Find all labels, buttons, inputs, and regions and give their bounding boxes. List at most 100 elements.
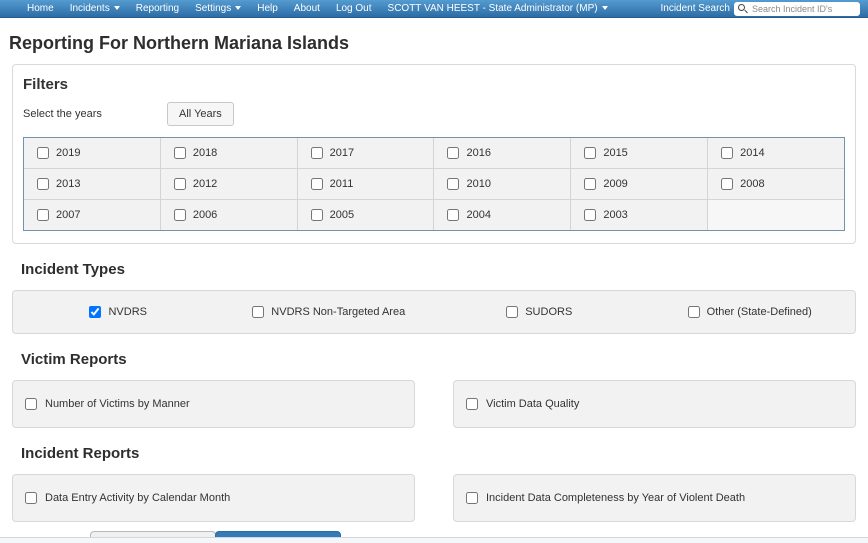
year-checkbox-2013[interactable] bbox=[37, 178, 49, 190]
filters-row: Select the years All Years bbox=[23, 102, 845, 126]
year-checkbox-2019[interactable] bbox=[37, 147, 49, 159]
year-label: 2012 bbox=[192, 178, 218, 190]
victim-report-label: Number of Victims by Manner bbox=[45, 398, 190, 410]
year-label: 2011 bbox=[329, 178, 354, 190]
top-navbar: Home Incidents Reporting Settings Help About L… bbox=[0, 0, 868, 18]
incident-report-label: Data Entry Activity by Calendar Month bbox=[45, 492, 231, 504]
year-option-2017[interactable]: 2017 bbox=[297, 138, 434, 168]
year-option-2010[interactable]: 2010 bbox=[434, 169, 571, 199]
year-label: 2006 bbox=[192, 209, 218, 221]
year-label: 2003 bbox=[603, 209, 628, 221]
victim-report-label: Victim Data Quality bbox=[486, 398, 580, 410]
year-option-2012[interactable]: 2012 bbox=[160, 169, 297, 199]
year-option-2016[interactable]: 2016 bbox=[434, 138, 571, 168]
main-content: Filters Select the years All Years 2019 2… bbox=[0, 64, 868, 543]
incident-type-sudors[interactable]: SUDORS bbox=[434, 291, 645, 333]
year-checkbox-2017[interactable] bbox=[310, 147, 323, 159]
incident-report-checkbox-data-entry-activity-by-calendar-month[interactable] bbox=[25, 492, 37, 504]
nav-item-reporting[interactable]: Reporting bbox=[128, 0, 187, 18]
page-title: Reporting For Northern Mariana Islands bbox=[9, 33, 350, 53]
year-option-2008[interactable]: 2008 bbox=[708, 169, 844, 199]
chevron-down-icon bbox=[235, 5, 242, 10]
year-label: 2007 bbox=[56, 209, 81, 221]
years-grid: 2019 2018 2017 2016 2015 2014 2013 2012 2011 2010… bbox=[23, 137, 845, 231]
select-years-label: Select the years bbox=[23, 108, 102, 120]
incident-type-label: SUDORS bbox=[525, 306, 573, 318]
year-checkbox-2004[interactable] bbox=[447, 209, 460, 221]
year-checkbox-2016[interactable] bbox=[447, 147, 460, 159]
incident-search-label: Incident Search bbox=[660, 3, 731, 14]
incident-search-wrap bbox=[734, 1, 860, 16]
year-label: 2018 bbox=[192, 147, 218, 159]
year-checkbox-2008[interactable] bbox=[721, 178, 734, 190]
year-option-2019[interactable]: 2019 bbox=[24, 138, 160, 168]
year-label: 2019 bbox=[56, 147, 81, 159]
chevron-down-icon bbox=[113, 5, 120, 10]
nav-item-incidents[interactable]: Incidents bbox=[62, 0, 128, 18]
nav-item-settings[interactable]: Settings bbox=[187, 0, 249, 18]
year-checkbox-2005[interactable] bbox=[310, 209, 323, 221]
all-years-button[interactable]: All Years bbox=[167, 102, 234, 126]
navbar-menu: Home Incidents Reporting Settings Help About L… bbox=[19, 0, 616, 18]
year-checkbox-2018[interactable] bbox=[173, 147, 186, 159]
incident-type-label: NVDRS bbox=[108, 306, 147, 318]
year-checkbox-2009[interactable] bbox=[584, 178, 597, 190]
incident-search-input[interactable] bbox=[734, 1, 860, 16]
year-option-2011[interactable]: 2011 bbox=[297, 169, 434, 199]
incident-type-checkbox-nvdrs[interactable] bbox=[89, 306, 102, 318]
incident-reports-row: Data Entry Activity by Calendar Month Inc… bbox=[12, 474, 856, 522]
year-option-2014[interactable]: 2014 bbox=[708, 138, 844, 168]
year-option-2005[interactable]: 2005 bbox=[297, 200, 434, 230]
year-checkbox-2012[interactable] bbox=[173, 178, 186, 190]
year-option-2007[interactable]: 2007 bbox=[24, 200, 160, 230]
nav-item-help[interactable]: Help bbox=[249, 0, 286, 18]
incident-type-other-state-defined[interactable]: Other (State-Defined) bbox=[645, 291, 856, 333]
year-checkbox-2007[interactable] bbox=[37, 209, 49, 221]
year-checkbox-2014[interactable] bbox=[721, 147, 734, 159]
nav-item-scott-van-heest-state-administrator-mp[interactable]: SCOTT VAN HEEST - State Administrator (M… bbox=[380, 0, 616, 18]
filters-panel: Filters Select the years All Years 2019 2… bbox=[12, 64, 856, 244]
nav-item-log-out[interactable]: Log Out bbox=[328, 0, 380, 18]
year-option-2018[interactable]: 2018 bbox=[160, 138, 297, 168]
nav-item-about[interactable]: About bbox=[286, 0, 328, 18]
incident-type-nvdrs[interactable]: NVDRS bbox=[13, 291, 224, 333]
year-cell-empty bbox=[708, 200, 844, 230]
incident-type-label: Other (State-Defined) bbox=[706, 306, 812, 318]
nav-item-home[interactable]: Home bbox=[19, 0, 62, 18]
year-label: 2004 bbox=[466, 209, 491, 221]
year-label: 2008 bbox=[740, 178, 765, 190]
year-checkbox-2011[interactable] bbox=[310, 178, 323, 190]
victim-report-number-of-victims-by-manner[interactable]: Number of Victims by Manner bbox=[12, 380, 415, 428]
filters-title: Filters bbox=[23, 76, 69, 93]
year-checkbox-2003[interactable] bbox=[584, 209, 597, 221]
incident-report-label: Incident Data Completeness by Year of Vi… bbox=[486, 492, 746, 504]
year-label: 2013 bbox=[56, 178, 81, 190]
year-label: 2015 bbox=[603, 147, 628, 159]
incident-type-checkbox-nvdrs-non-targeted-area[interactable] bbox=[252, 306, 265, 318]
year-checkbox-2006[interactable] bbox=[173, 209, 186, 221]
year-checkbox-2010[interactable] bbox=[447, 178, 460, 190]
incident-type-checkbox-sudors[interactable] bbox=[506, 306, 519, 318]
year-option-2015[interactable]: 2015 bbox=[571, 138, 708, 168]
year-label: 2010 bbox=[466, 178, 491, 190]
incident-report-checkbox-incident-data-completeness-by-year-of-violent-death[interactable] bbox=[466, 492, 478, 504]
year-label: 2016 bbox=[466, 147, 491, 159]
victim-report-checkbox-number-of-victims-by-manner[interactable] bbox=[25, 398, 37, 410]
year-option-2006[interactable]: 2006 bbox=[160, 200, 297, 230]
victim-report-checkbox-victim-data-quality[interactable] bbox=[466, 398, 478, 410]
incident-type-label: NVDRS Non-Targeted Area bbox=[271, 306, 406, 318]
year-option-2003[interactable]: 2003 bbox=[571, 200, 708, 230]
year-option-2004[interactable]: 2004 bbox=[434, 200, 571, 230]
incident-types-panel: NVDRS NVDRS Non-Targeted Area SUDORS Other … bbox=[12, 290, 856, 334]
year-checkbox-2015[interactable] bbox=[584, 147, 597, 159]
incident-report-data-entry-activity-by-calendar-month[interactable]: Data Entry Activity by Calendar Month bbox=[12, 474, 415, 522]
incident-type-nvdrs-non-targeted-area[interactable]: NVDRS Non-Targeted Area bbox=[224, 291, 435, 333]
incident-types-title: Incident Types bbox=[21, 261, 125, 278]
incident-type-checkbox-other-state-defined[interactable] bbox=[687, 306, 700, 318]
year-label: 2005 bbox=[329, 209, 355, 221]
victim-reports-row: Number of Victims by Manner Victim Data Q… bbox=[12, 380, 856, 428]
victim-report-victim-data-quality[interactable]: Victim Data Quality bbox=[453, 380, 856, 428]
year-option-2013[interactable]: 2013 bbox=[24, 169, 160, 199]
incident-report-incident-data-completeness-by-year-of-violent-death[interactable]: Incident Data Completeness by Year of Vi… bbox=[453, 474, 856, 522]
year-option-2009[interactable]: 2009 bbox=[571, 169, 708, 199]
